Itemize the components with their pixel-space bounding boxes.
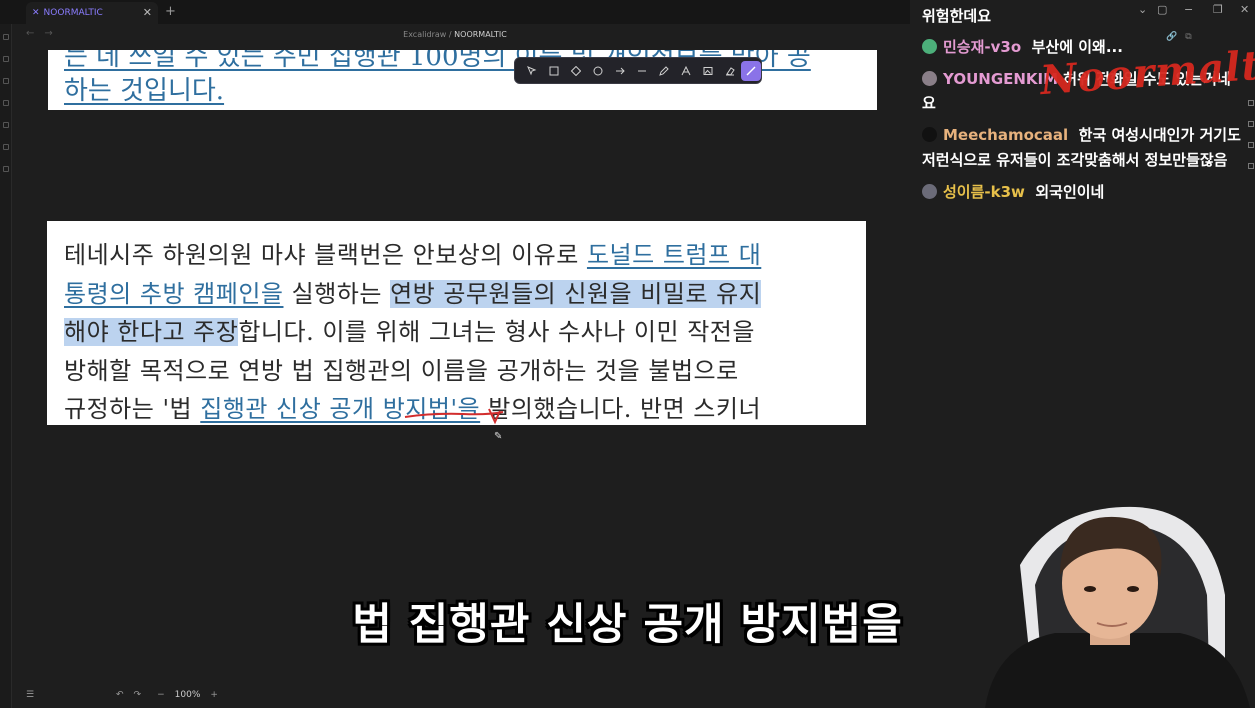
zoom-in-button[interactable]: +: [210, 690, 218, 700]
eraser-tool-icon[interactable]: [719, 61, 741, 81]
avatar: [922, 71, 937, 86]
document-image-main[interactable]: 테네시주 하원의원 마샤 블랙번은 안보상의 이유로 도널드 트럼프 대 통령의…: [47, 221, 866, 425]
breadcrumb-current: NOORMALTIC: [454, 30, 507, 39]
doc-line: 테네시주 하원의원 마샤 블랙번은 안보상의 이유로 도널드 트럼프 대: [64, 235, 761, 270]
ribbon-icon[interactable]: [3, 166, 9, 172]
breadcrumb-separator: /: [448, 30, 452, 39]
close-icon[interactable]: ✕: [143, 2, 152, 24]
excalidraw-icon: ✕: [32, 8, 40, 18]
avatar: [922, 127, 937, 142]
avatar: [922, 39, 937, 54]
chat-text-continued: 요: [922, 94, 936, 112]
ribbon-icon[interactable]: [3, 122, 9, 128]
chat-username: 성이름-k3w: [943, 183, 1025, 201]
edge-icon[interactable]: [1248, 163, 1254, 169]
avatar: [922, 184, 937, 199]
tab-label: NOORMALTIC: [43, 8, 103, 18]
chevron-down-icon[interactable]: ⌄: [1138, 3, 1147, 16]
edge-icon[interactable]: [1248, 100, 1254, 106]
doc-text: 발의했습니다. 반면 스키너: [480, 395, 762, 423]
doc-text: 합니다. 이를 위해 그녀는 형사 수사나 이민 작전을: [238, 318, 755, 346]
doc-line: 방해할 목적으로 연방 법 집행관의 이름을 공개하는 것을 불법으로: [64, 357, 739, 385]
restore-icon[interactable]: ❐: [1213, 3, 1223, 16]
ribbon-icon[interactable]: [3, 144, 9, 150]
screen: ✕ NOORMALTIC ✕ + ←→ Excalidraw / NOORMALT…: [0, 0, 1255, 708]
edge-icon[interactable]: [1248, 121, 1254, 127]
arrow-tool-icon[interactable]: [609, 61, 631, 81]
pencil-tool-icon[interactable]: [653, 61, 675, 81]
text-tool-icon[interactable]: [675, 61, 697, 81]
image-tool-icon[interactable]: [697, 61, 719, 81]
chat-message-top: 위험한데요: [922, 7, 992, 25]
breadcrumb-parent[interactable]: Excalidraw: [403, 30, 446, 39]
chat-text-continued: 저런식으로 유저들이 조각맞춤해서 정보만들잖음: [922, 151, 1228, 169]
bottom-bar: ☰ ↶↷ − 100% +: [26, 686, 218, 704]
pen-cursor-icon: ✎: [494, 431, 503, 442]
new-tab-button[interactable]: +: [165, 2, 176, 22]
ribbon-icon[interactable]: [3, 78, 9, 84]
zoom-out-button[interactable]: −: [157, 690, 165, 700]
select-tool-icon[interactable]: [521, 61, 543, 81]
sidebar-toggle-icon[interactable]: ▢: [1157, 3, 1167, 16]
doc-line: 하는 것입니다.: [64, 76, 225, 106]
chat-text: 외국인이네: [1035, 183, 1105, 201]
rectangle-tool-icon[interactable]: [543, 61, 565, 81]
doc-highlight: 해야 한다고 주장: [64, 318, 239, 346]
undo-redo-icons[interactable]: ↶↷: [116, 690, 151, 700]
close-icon[interactable]: ✕: [1240, 3, 1249, 16]
line-tool-icon[interactable]: [631, 61, 653, 81]
menu-icon[interactable]: ☰: [26, 690, 48, 700]
chat-message: 성이름-k3w 외국인이네: [922, 181, 1104, 202]
drawing-toolbar: [514, 57, 762, 84]
tab-bar: ✕ NOORMALTIC ✕ +: [0, 0, 910, 24]
streamer-webcam: [985, 506, 1250, 708]
minimize-icon[interactable]: −: [1184, 3, 1193, 16]
breadcrumb: Excalidraw / NOORMALTIC: [0, 30, 910, 39]
zoom-level[interactable]: 100%: [175, 690, 201, 700]
tab-noormaltic[interactable]: ✕ NOORMALTIC ✕: [26, 2, 158, 24]
laser-tool-icon[interactable]: [741, 60, 761, 81]
doc-line: 해야 한다고 주장합니다. 이를 위해 그녀는 형사 수사나 이민 작전을: [64, 312, 755, 347]
ribbon-icon[interactable]: [3, 100, 9, 106]
doc-text: 실행하는: [283, 280, 391, 308]
chat-text: 한국 여성시대인가 거기도: [1078, 126, 1241, 144]
chat-username: Meechamocaal: [943, 126, 1069, 144]
panel-icons[interactable]: 🔗⧉: [1166, 32, 1200, 42]
doc-text: 규정하는 '법: [64, 395, 201, 423]
edge-icon[interactable]: [1248, 142, 1254, 148]
doc-text: 테네시주 하원의원 마샤 블랙번은 안보상의 이유로: [64, 241, 587, 269]
doc-link: 도널드 트럼프 대: [586, 241, 762, 269]
chat-message: Meechamocaal 한국 여성시대인가 거기도: [922, 124, 1241, 145]
doc-line: 통령의 추방 캠페인을 실행하는 연방 공무원들의 신원을 비밀로 유지: [64, 274, 762, 309]
diamond-tool-icon[interactable]: [565, 61, 587, 81]
red-pen-annotation: [404, 408, 504, 425]
ellipse-tool-icon[interactable]: [587, 61, 609, 81]
doc-highlight: 연방 공무원들의 신원을 비밀로 유지: [390, 280, 762, 308]
chat-username: 민승재-v3o: [943, 38, 1022, 56]
ribbon-icon[interactable]: [3, 56, 9, 62]
side-edge-icons: [1248, 100, 1255, 200]
doc-link: 통령의 추방 캠페인을: [64, 280, 284, 308]
